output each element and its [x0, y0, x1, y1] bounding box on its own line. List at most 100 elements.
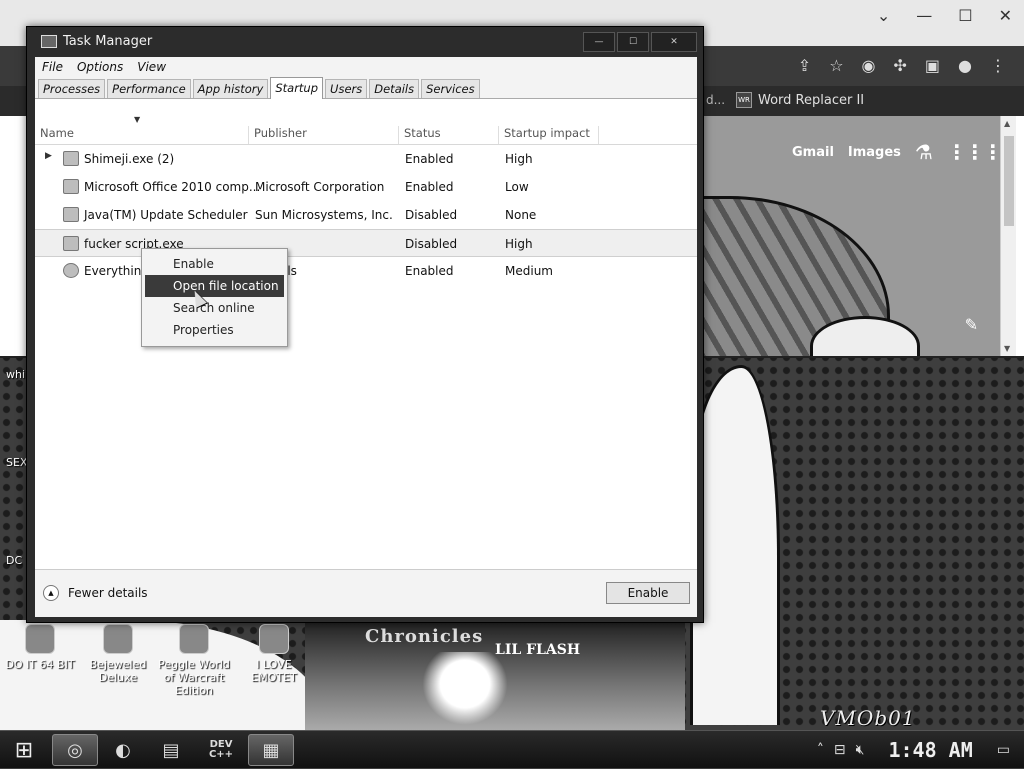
tab-users[interactable]: Users: [325, 79, 368, 98]
column-headers: Name Publisher Status Startup impact: [35, 123, 697, 145]
context-menu-search-online[interactable]: Search online: [145, 297, 284, 319]
row-status: Enabled: [405, 152, 454, 166]
row-name: Microsoft Office 2010 comp...: [84, 180, 261, 194]
row-impact: None: [505, 208, 537, 222]
tab-processes[interactable]: Processes: [38, 79, 106, 98]
row-impact: Medium: [505, 264, 553, 278]
share-icon[interactable]: ⇪: [798, 56, 811, 75]
start-button[interactable]: ⊞: [8, 735, 40, 765]
table-row-selected[interactable]: fucker script.exe Disabled High: [35, 229, 697, 257]
minimize-icon[interactable]: —: [916, 6, 932, 25]
menu-bar: File Options View: [35, 57, 697, 77]
desktop-side-label: whi: [6, 368, 26, 381]
taskbar: ⊞ ◎ ◐ ▤ DEV C++ ▦ ˄ ⊟ 🔇︎ 1:48 AM ▭: [0, 730, 1024, 768]
close-button[interactable]: ✕: [651, 32, 697, 52]
labs-flask-icon[interactable]: ⚗: [915, 140, 933, 164]
bookmark-fragment[interactable]: d...: [706, 93, 725, 107]
column-header-startup-impact[interactable]: Startup impact: [499, 126, 599, 144]
row-status: Enabled: [405, 180, 454, 194]
table-row[interactable]: Microsoft Office 2010 comp... Microsoft …: [35, 173, 697, 201]
taskbar-chrome-icon[interactable]: ◎: [52, 734, 98, 766]
gmail-link[interactable]: Gmail: [792, 145, 834, 160]
notification-icon[interactable]: ▭: [997, 742, 1010, 758]
context-menu-enable[interactable]: Enable: [145, 253, 284, 275]
row-publisher: Sun Microsystems, Inc.: [255, 208, 393, 222]
taskbar-dev-cpp-icon[interactable]: DEV C++: [198, 734, 244, 766]
column-header-status[interactable]: Status: [399, 126, 499, 144]
chevron-up-icon[interactable]: ˄: [817, 742, 824, 758]
desktop-icon-bejeweled[interactable]: Bejeweled Deluxe: [78, 624, 158, 684]
row-impact: High: [505, 152, 533, 166]
scrollbar-thumb[interactable]: [1004, 136, 1014, 226]
images-link[interactable]: Images: [848, 145, 901, 160]
enable-button[interactable]: Enable: [606, 582, 690, 604]
profile-icon[interactable]: ●: [958, 56, 972, 75]
extension-avatar-icon[interactable]: ◉: [862, 56, 876, 75]
scroll-down-icon[interactable]: ▼: [1004, 344, 1010, 353]
context-menu-properties[interactable]: Properties: [145, 319, 284, 341]
menu-view[interactable]: View: [130, 60, 173, 74]
clock[interactable]: 1:48 AM: [888, 738, 972, 762]
browser-page: Gmail Images ⚗ ⋮⋮⋮ ✎: [700, 116, 1000, 356]
table-row[interactable]: Everything ols Enabled Medium: [35, 257, 697, 285]
apps-grid-icon[interactable]: ⋮⋮⋮: [947, 140, 1000, 164]
game-icon: [179, 624, 209, 654]
document-icon: [259, 624, 289, 654]
table-row[interactable]: ▶ Shimeji.exe (2) Enabled High: [35, 145, 697, 173]
tab-details[interactable]: Details: [369, 79, 420, 98]
network-icon[interactable]: ⊟: [834, 742, 846, 758]
maximize-icon[interactable]: ☐: [958, 6, 972, 25]
word-replacer-icon: WR: [736, 92, 752, 108]
context-menu: Enable Open file location Search online …: [141, 248, 288, 347]
chevron-down-icon[interactable]: ⌄: [877, 6, 890, 25]
row-status: Disabled: [405, 208, 458, 222]
desktop-icon-peggle[interactable]: Peggle World of Warcraft Edition: [154, 624, 234, 697]
row-impact: Low: [505, 180, 529, 194]
more-vert-icon[interactable]: ⋮: [990, 56, 1006, 75]
menu-options[interactable]: Options: [70, 60, 130, 74]
fewer-details-button[interactable]: ▲ Fewer details: [43, 585, 148, 601]
java-app-icon: [63, 207, 79, 222]
menu-file[interactable]: File: [35, 60, 70, 74]
maximize-button[interactable]: ☐: [617, 32, 649, 52]
search-icon: [63, 263, 79, 278]
context-menu-open-file-location[interactable]: Open file location: [145, 275, 284, 297]
desktop-icon-label: DO IT 64 BIT: [5, 658, 75, 671]
tab-app-history[interactable]: App history: [192, 79, 269, 98]
volume-muted-icon[interactable]: 🔇︎: [856, 742, 865, 758]
desktop-icon-i-love-emotet[interactable]: I LOVE EMOTET: [234, 624, 314, 684]
desktop-icon-label: I LOVE EMOTET: [251, 658, 297, 684]
desktop-side-label: DC: [6, 554, 23, 567]
shimeji-app-icon: [63, 151, 79, 166]
star-icon[interactable]: ☆: [829, 56, 843, 75]
poster-figure: [415, 652, 515, 730]
minimize-button[interactable]: —: [583, 32, 615, 52]
app-icon: [25, 624, 55, 654]
column-header-publisher[interactable]: Publisher: [249, 126, 399, 144]
table-row[interactable]: Java(TM) Update Scheduler Sun Microsyste…: [35, 201, 697, 229]
row-status: Disabled: [405, 237, 458, 251]
column-header-name[interactable]: Name: [35, 126, 249, 144]
gem-icon: [103, 624, 133, 654]
desktop-icon-do-it-64-bit[interactable]: DO IT 64 BIT: [0, 624, 80, 671]
browser-scrollbar[interactable]: ▲ ▼: [1000, 116, 1016, 356]
window-title: Task Manager: [63, 34, 153, 49]
row-impact: High: [505, 237, 533, 251]
puzzle-icon[interactable]: ✣: [894, 56, 907, 75]
bookmark-label: Word Replacer II: [758, 92, 865, 108]
taskbar-task-manager-icon[interactable]: ▦: [248, 734, 294, 766]
task-manager-window: Task Manager — ☐ ✕ File Options View Pro…: [26, 26, 704, 623]
taskbar-firefox-icon[interactable]: ◐: [100, 734, 146, 766]
scroll-up-icon[interactable]: ▲: [1004, 119, 1010, 128]
title-bar[interactable]: Task Manager — ☐ ✕: [27, 27, 703, 55]
desktop-icon-label: Peggle World of Warcraft Edition: [158, 658, 230, 697]
taskbar-save-icon[interactable]: ▤: [148, 734, 194, 766]
expand-arrow-icon[interactable]: ▶: [45, 151, 52, 161]
tab-services[interactable]: Services: [421, 79, 480, 98]
tab-startup[interactable]: Startup: [270, 77, 324, 99]
sidebar-icon[interactable]: ▣: [925, 56, 940, 75]
bookmark-word-replacer[interactable]: WR Word Replacer II: [736, 92, 864, 108]
tab-performance[interactable]: Performance: [107, 79, 191, 98]
pencil-icon[interactable]: ✎: [965, 315, 978, 334]
close-icon[interactable]: ✕: [999, 6, 1012, 25]
